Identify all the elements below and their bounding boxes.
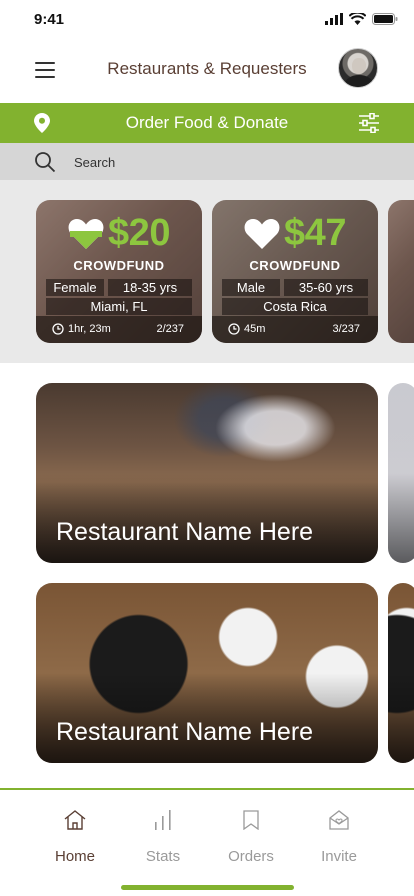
requester-gender: Male <box>222 279 280 296</box>
wifi-icon <box>349 13 366 25</box>
app-header: Restaurants & Requesters <box>0 44 414 102</box>
clock-icon <box>52 323 64 335</box>
crowdfund-label: CROWDFUND <box>249 258 341 273</box>
nav-orders[interactable]: Orders <box>211 806 291 865</box>
restaurant-card-partial[interactable] <box>388 383 414 563</box>
bottom-navigation: Home Stats Orders Invite <box>0 788 414 896</box>
avatar[interactable] <box>338 48 378 88</box>
action-bar: Order Food & Donate <box>0 103 414 143</box>
restaurant-name: Restaurant Name Here <box>56 718 314 746</box>
requester-location: Miami, FL <box>46 298 192 315</box>
filter-sliders-icon[interactable] <box>358 113 380 133</box>
requester-age: 18-35 yrs <box>108 279 192 296</box>
restaurant-card[interactable]: Restaurant Name Here <box>36 383 378 563</box>
nav-invite-label: Invite <box>321 848 357 865</box>
invite-icon <box>329 810 349 830</box>
stats-icon <box>155 810 171 830</box>
restaurant-name: Restaurant Name Here <box>56 518 314 546</box>
action-bar-title: Order Food & Donate <box>125 113 289 132</box>
clock-icon <box>228 323 240 335</box>
nav-orders-label: Orders <box>228 848 274 865</box>
crowdfund-amount: $20 <box>108 212 170 254</box>
crowdfund-count: 3/237 <box>332 323 360 335</box>
heart-icon <box>68 218 104 249</box>
heart-icon <box>244 218 280 249</box>
crowdfund-count: 2/237 <box>156 323 184 335</box>
restaurant-card[interactable]: Restaurant Name Here <box>36 583 378 763</box>
status-icons <box>325 13 398 25</box>
nav-home[interactable]: Home <box>35 806 115 865</box>
battery-icon <box>372 13 398 25</box>
crowdfund-label: CROWDFUND <box>73 258 165 273</box>
requester-gender: Female <box>46 279 104 296</box>
search-bar <box>0 143 414 180</box>
status-time: 9:41 <box>34 11 65 28</box>
home-indicator <box>121 885 294 890</box>
nav-stats-label: Stats <box>145 848 181 865</box>
crowdfund-card[interactable]: $47 CROWDFUND Male 35-60 yrs Costa Rica … <box>212 200 378 343</box>
search-icon[interactable] <box>34 151 56 173</box>
nav-invite[interactable]: Invite <box>299 806 379 865</box>
crowdfund-time: 45m <box>244 323 266 335</box>
home-icon <box>64 810 86 830</box>
nav-home-label: Home <box>54 848 95 865</box>
crowdfund-card[interactable]: $20 CROWDFUND Female 18-35 yrs Miami, FL… <box>36 200 202 343</box>
requester-age: 35-60 yrs <box>284 279 368 296</box>
bookmark-icon <box>243 810 259 830</box>
search-input[interactable] <box>74 152 374 172</box>
crowdfund-time: 1hr, 23m <box>68 323 111 335</box>
requester-location: Costa Rica <box>222 298 368 315</box>
nav-stats[interactable]: Stats <box>123 806 203 865</box>
crowdfund-card-partial[interactable] <box>388 200 414 343</box>
restaurant-card-partial[interactable] <box>388 583 414 763</box>
signal-icon <box>325 13 343 25</box>
crowdfund-amount: $47 <box>284 212 346 254</box>
crowdfund-carousel[interactable]: $20 CROWDFUND Female 18-35 yrs Miami, FL… <box>0 180 414 363</box>
status-bar: 9:41 <box>0 0 414 44</box>
